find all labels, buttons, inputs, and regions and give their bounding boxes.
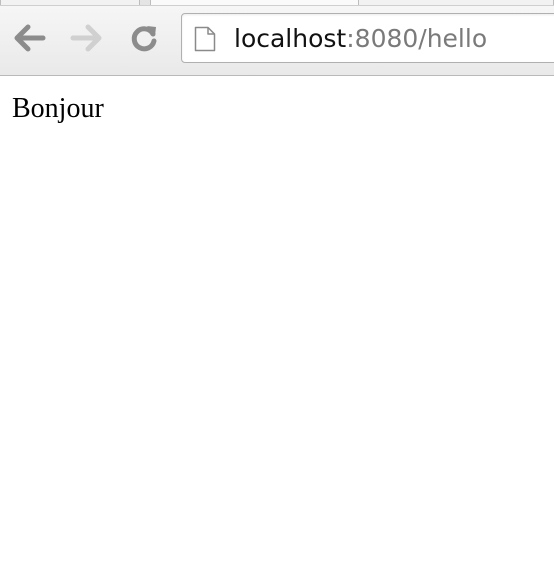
reload-button[interactable]	[126, 20, 162, 56]
url-port-path: :8080/hello	[346, 24, 488, 53]
arrow-left-icon	[13, 23, 47, 53]
tab-active[interactable]	[150, 0, 360, 5]
tab-inactive[interactable]	[0, 0, 140, 5]
forward-button[interactable]	[68, 20, 104, 56]
address-bar[interactable]: localhost:8080/hello	[181, 13, 554, 63]
tab-inactive[interactable]	[358, 0, 554, 5]
browser-window: localhost:8080/hello Bonjour	[0, 0, 554, 562]
url-text[interactable]: localhost:8080/hello	[234, 22, 487, 56]
page-text: Bonjour	[12, 93, 104, 124]
url-host: localhost	[234, 24, 347, 53]
browser-toolbar: localhost:8080/hello	[0, 6, 554, 76]
back-button[interactable]	[12, 20, 48, 56]
page-content: Bonjour	[0, 76, 554, 562]
reload-icon	[128, 22, 160, 54]
document-icon	[194, 26, 216, 52]
arrow-right-icon	[69, 23, 103, 53]
